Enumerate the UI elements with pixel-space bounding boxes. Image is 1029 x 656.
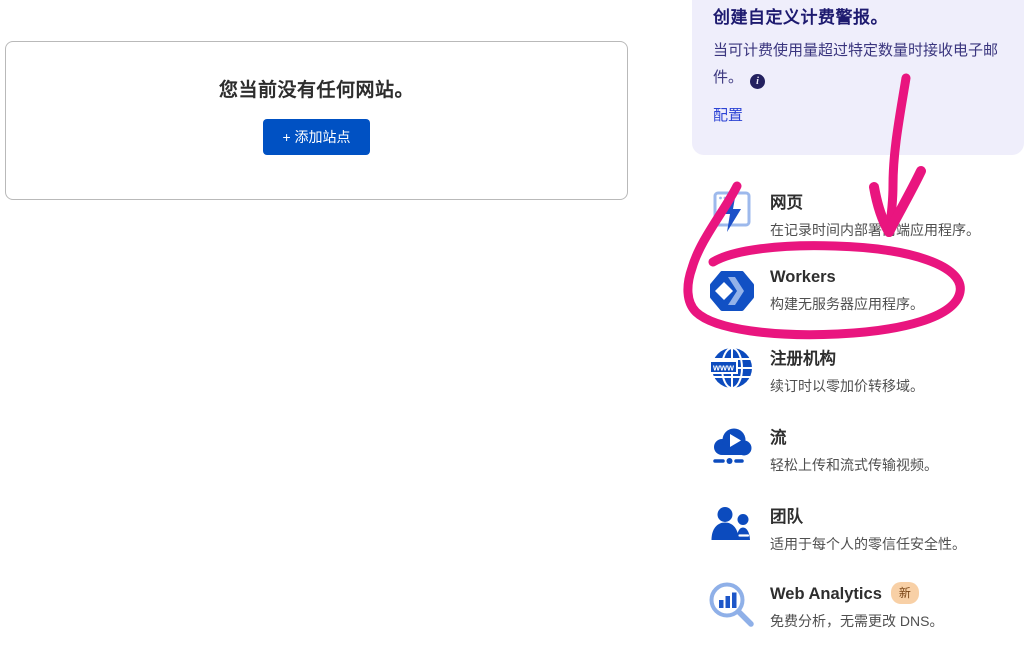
product-title: 团队: [770, 503, 966, 527]
teams-icon: [706, 500, 758, 552]
product-item-registrar[interactable]: www 注册机构 续订时以零加价转移域。: [706, 342, 1029, 396]
product-item-teams[interactable]: 团队 适用于每个人的零信任安全性。: [706, 500, 1029, 554]
info-icon[interactable]: i: [750, 74, 765, 89]
product-list: 网页 在记录时间内部署前端应用程序。 Workers 构建无服务器应用程序。: [692, 186, 1029, 631]
billing-alert-title: 创建自定义计费警报。: [713, 0, 1004, 28]
stream-icon: [706, 421, 758, 473]
new-badge: 新: [891, 582, 919, 604]
product-title: 注册机构: [770, 345, 924, 369]
product-desc: 在记录时间内部署前端应用程序。: [770, 220, 980, 240]
product-desc: 免费分析，无需更改 DNS。: [770, 611, 943, 631]
product-desc: 适用于每个人的零信任安全性。: [770, 534, 966, 554]
billing-alert-card: 创建自定义计费警报。 当可计费使用量超过特定数量时接收电子邮件。i 配置: [692, 0, 1024, 155]
registrar-www-label: www: [712, 363, 735, 373]
billing-alert-body: 当可计费使用量超过特定数量时接收电子邮件。i: [713, 37, 1005, 91]
add-site-button[interactable]: + 添加站点: [263, 119, 369, 155]
product-title: 流: [770, 424, 938, 448]
product-title: Workers: [770, 268, 924, 287]
sidebar: 创建自定义计费警报。 当可计费使用量超过特定数量时接收电子邮件。i 配置 网页 …: [692, 0, 1029, 656]
product-desc: 续订时以零加价转移域。: [770, 376, 924, 396]
configure-link[interactable]: 配置: [713, 104, 743, 125]
product-title: Web Analytics 新: [770, 582, 943, 604]
registrar-icon: www: [706, 342, 758, 394]
product-title-text: Web Analytics: [770, 585, 882, 603]
empty-state-title: 您当前没有任何网站。: [219, 75, 414, 102]
product-desc: 构建无服务器应用程序。: [770, 294, 924, 314]
pages-icon: [706, 186, 758, 238]
product-item-pages[interactable]: 网页 在记录时间内部署前端应用程序。: [706, 186, 1029, 240]
web-analytics-icon: [706, 579, 758, 631]
workers-icon: [706, 265, 758, 317]
product-desc: 轻松上传和流式传输视频。: [770, 455, 938, 475]
no-websites-card: 您当前没有任何网站。 + 添加站点: [5, 41, 628, 200]
product-item-web-analytics[interactable]: Web Analytics 新 免费分析，无需更改 DNS。: [706, 579, 1029, 631]
product-item-stream[interactable]: 流 轻松上传和流式传输视频。: [706, 421, 1029, 475]
product-item-workers[interactable]: Workers 构建无服务器应用程序。: [706, 265, 1029, 317]
product-title: 网页: [770, 189, 980, 213]
